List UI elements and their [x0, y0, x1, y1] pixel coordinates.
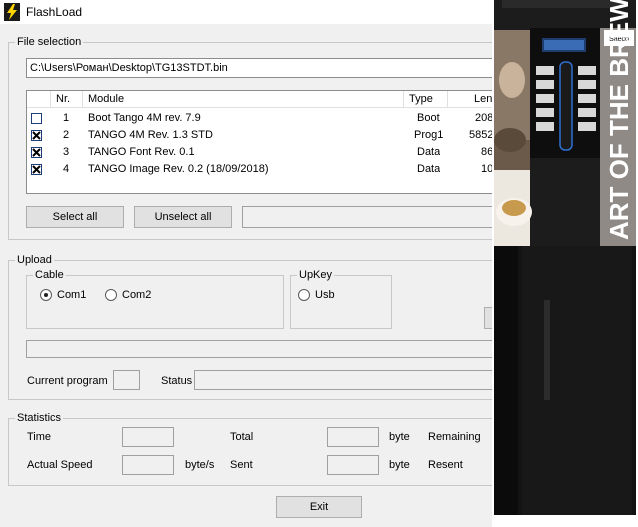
remaining-label: Remaining [428, 431, 481, 443]
actual-speed-field [122, 455, 174, 475]
upkey-group [290, 275, 392, 329]
flash-lightning-icon [4, 3, 20, 21]
resent-label: Resent [428, 459, 463, 471]
total-field [327, 427, 379, 447]
check-x-icon [32, 165, 41, 174]
file-selection-legend: File selection [15, 36, 84, 48]
selection-progress-field [242, 206, 506, 228]
row-module: TANGO 4M Rev. 1.3 STD [88, 129, 213, 141]
sent-field [327, 455, 379, 475]
cable-legend: Cable [33, 269, 66, 281]
coffee-machine-image: Saeco ART OF THE BREW [492, 0, 638, 527]
time-field [122, 427, 174, 447]
com1-label[interactable]: Com1 [57, 289, 86, 301]
row-checkbox[interactable] [31, 113, 42, 124]
row-nr: 3 [63, 146, 70, 158]
header-check-column [27, 91, 51, 108]
time-label: Time [27, 431, 52, 443]
file-path-input[interactable]: C:\Users\Роман\Desktop\TG13STDT.bin [26, 58, 506, 78]
row-checkbox[interactable] [31, 164, 42, 175]
row-type: Boot [417, 112, 440, 124]
speed-unit-label: byte/s [185, 459, 215, 471]
table-row[interactable]: 1 Boot Tango 4M rev. 7.9 Boot 208 [27, 110, 497, 127]
table-row[interactable]: 4 TANGO Image Rev. 0.2 (18/09/2018) Data… [27, 161, 497, 178]
table-header: Nr. Module Type Leng [27, 91, 505, 108]
row-nr: 4 [63, 163, 70, 175]
com2-label[interactable]: Com2 [122, 289, 151, 301]
usb-label[interactable]: Usb [315, 289, 335, 301]
radio-selected-dot [44, 293, 48, 297]
upload-progress-bar [26, 340, 506, 358]
row-length: 5852 [469, 129, 494, 141]
window-title: FlashLoad [26, 5, 83, 19]
row-checkbox[interactable] [31, 130, 42, 141]
header-type[interactable]: Type [404, 91, 448, 108]
current-program-field [113, 370, 140, 390]
header-nr[interactable]: Nr. [51, 91, 83, 108]
row-length: 208 [475, 112, 494, 124]
actual-speed-label: Actual Speed [27, 459, 93, 471]
row-type: Data [417, 146, 441, 158]
statistics-group [8, 418, 528, 486]
header-module[interactable]: Module [83, 91, 404, 108]
row-nr: 2 [63, 129, 70, 141]
total-label: Total [230, 431, 254, 443]
cable-group [26, 275, 284, 329]
row-type: Prog1 [414, 129, 444, 141]
upload-legend: Upload [15, 254, 54, 266]
file-path-text: C:\Users\Роман\Desktop\TG13STDT.bin [30, 62, 228, 74]
row-nr: 1 [63, 112, 70, 124]
sent-label: Sent [230, 459, 253, 471]
table-row[interactable]: 3 TANGO Font Rev. 0.1 Data 86 [27, 144, 497, 161]
row-module: TANGO Font Rev. 0.1 [88, 146, 195, 158]
row-module: TANGO Image Rev. 0.2 (18/09/2018) [88, 163, 269, 175]
check-x-icon [32, 131, 41, 140]
total-unit-label: byte [389, 431, 410, 443]
select-all-button[interactable]: Select all [26, 206, 124, 228]
row-type: Data [417, 163, 441, 175]
row-module: Boot Tango 4M rev. 7.9 [88, 112, 201, 124]
statistics-legend: Statistics [15, 412, 64, 424]
check-x-icon [32, 148, 41, 157]
usb-radio[interactable] [298, 289, 310, 301]
upkey-legend: UpKey [297, 269, 335, 281]
status-label: Status [161, 375, 193, 387]
exit-button[interactable]: Exit [276, 496, 362, 518]
unselect-all-button[interactable]: Unselect all [134, 206, 232, 228]
table-row[interactable]: 2 TANGO 4M Rev. 1.3 STD Prog1 5852 [27, 127, 497, 144]
coffee-machine-illustration: Saeco ART OF THE BREW [492, 0, 638, 527]
sent-unit-label: byte [389, 459, 410, 471]
com2-radio[interactable] [105, 289, 117, 301]
brand-text: ART OF THE BREW [604, 0, 634, 240]
com1-radio[interactable] [40, 289, 52, 301]
module-table: Nr. Module Type Leng 1 Boot Tango 4M rev… [26, 90, 506, 194]
status-field [194, 370, 506, 390]
row-checkbox[interactable] [31, 147, 42, 158]
current-program-label: Current program [27, 375, 108, 387]
